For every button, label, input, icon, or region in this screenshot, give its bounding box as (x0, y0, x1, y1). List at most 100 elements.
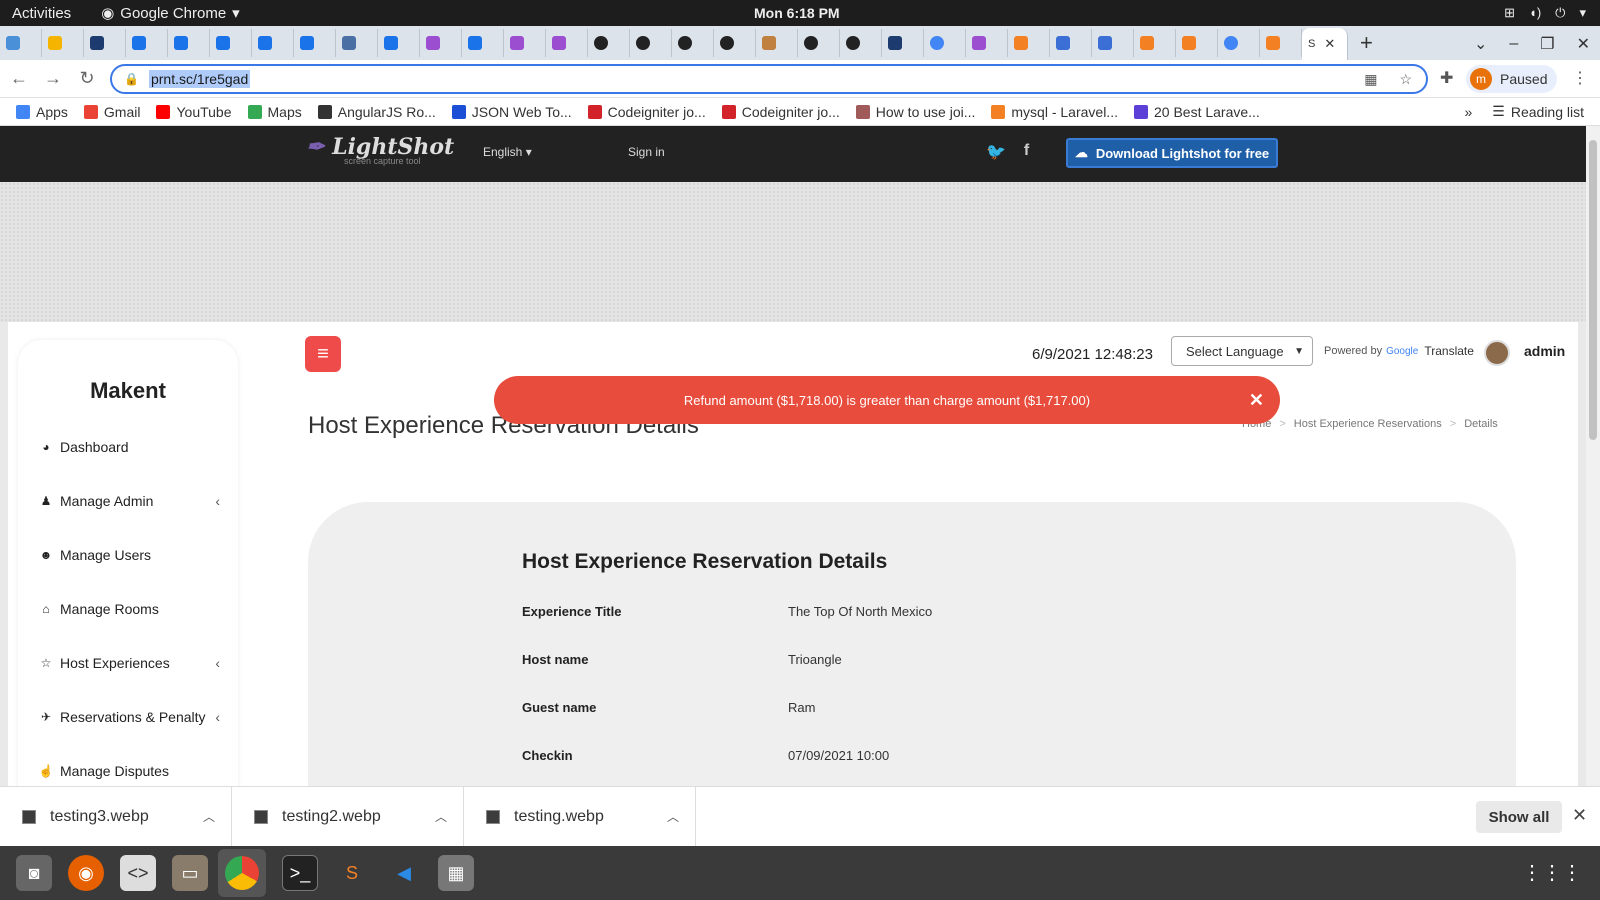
language-select[interactable]: Select Language ▼ (1171, 336, 1313, 366)
files-icon[interactable]: ▭ (172, 855, 208, 891)
close-icon[interactable]: ✕ (1249, 390, 1264, 411)
qr-code-icon[interactable]: ▦ (1364, 71, 1377, 88)
calculator-icon[interactable]: ▦ (438, 855, 474, 891)
browser-tab[interactable] (1008, 29, 1050, 57)
facebook-icon[interactable]: f (1024, 142, 1029, 162)
browser-tab[interactable] (588, 29, 630, 57)
bookmark-item[interactable]: Maps (247, 104, 302, 120)
browser-tab[interactable] (42, 29, 84, 57)
address-bar[interactable]: 🔒 prnt.sc/1re5gad ▦ ☆ (110, 64, 1428, 94)
url-text[interactable]: prnt.sc/1re5gad (148, 70, 251, 88)
reading-list-button[interactable]: ☰ Reading list (1492, 103, 1584, 120)
brand-title[interactable]: Makent (18, 378, 238, 404)
restore-icon[interactable]: ❐ (1540, 34, 1554, 54)
bookmark-item[interactable]: JSON Web To... (451, 104, 572, 120)
bookmark-item[interactable]: How to use joi... (855, 104, 975, 120)
close-window-icon[interactable]: ✕ (1577, 34, 1590, 54)
sidebar-item-manage-disputes[interactable]: ☝ Manage Disputes (38, 760, 228, 782)
browser-tab[interactable] (294, 29, 336, 57)
browser-tab[interactable] (462, 29, 504, 57)
show-all-button[interactable]: Show all (1476, 801, 1562, 833)
browser-tab[interactable] (1218, 29, 1260, 57)
new-tab-button[interactable]: + (1360, 30, 1373, 56)
browser-tab[interactable] (546, 29, 588, 57)
browser-tab[interactable] (168, 29, 210, 57)
app-menu[interactable]: ◉ Google Chrome ▾ (101, 4, 240, 23)
browser-tab[interactable] (630, 29, 672, 57)
camera-app-icon[interactable]: ◙ (16, 855, 52, 891)
sidebar-item-manage-admin[interactable]: ♟ Manage Admin ‹ (38, 490, 228, 512)
system-clock[interactable]: Mon 6:18 PM (754, 5, 840, 21)
browser-tab[interactable] (378, 29, 420, 57)
bookmark-item[interactable]: Gmail (83, 104, 140, 120)
activities-button[interactable]: Activities (12, 5, 71, 22)
scrollbar-thumb[interactable] (1589, 140, 1597, 440)
browser-tab[interactable] (336, 29, 378, 57)
browser-tab[interactable] (1260, 29, 1302, 57)
translate-link[interactable]: Translate (1424, 344, 1474, 358)
avatar[interactable] (1484, 340, 1510, 366)
terminal-icon[interactable]: >_ (282, 855, 318, 891)
active-browser-tab[interactable]: S ✕ (1302, 28, 1348, 60)
browser-tab[interactable] (504, 29, 546, 57)
browser-tab[interactable] (1134, 29, 1176, 57)
firefox-icon[interactable]: ◉ (68, 855, 104, 891)
browser-tab[interactable] (1092, 29, 1134, 57)
page-scrollbar[interactable] (1586, 126, 1600, 786)
vscode-icon[interactable]: ◀ (386, 855, 422, 891)
profile-button[interactable]: m Paused (1466, 65, 1558, 93)
browser-tab[interactable] (1176, 29, 1218, 57)
bookmark-item[interactable]: Apps (16, 104, 68, 120)
bookmark-item[interactable]: 20 Best Larave... (1133, 104, 1260, 120)
browser-tab[interactable] (882, 29, 924, 57)
close-icon[interactable]: ✕ (1572, 805, 1587, 826)
admin-username[interactable]: admin (1524, 343, 1565, 359)
chrome-icon[interactable] (218, 849, 266, 897)
browser-tab[interactable] (966, 29, 1008, 57)
browser-tab[interactable] (714, 29, 756, 57)
extensions-icon[interactable]: ✚ (1440, 68, 1453, 88)
minimize-icon[interactable]: – (1509, 35, 1518, 53)
chevron-up-icon[interactable]: ︿ (435, 808, 447, 825)
lightshot-logo[interactable]: ✒ LightShot screen capture tool (306, 134, 454, 166)
show-apps-icon[interactable]: ⋮⋮⋮ (1522, 860, 1582, 885)
chevron-up-icon[interactable]: ︿ (203, 808, 215, 825)
sidebar-item-manage-rooms[interactable]: ⌂ Manage Rooms (38, 598, 228, 620)
lock-icon[interactable]: 🔒 (124, 72, 139, 86)
browser-tab[interactable] (798, 29, 840, 57)
browser-tab[interactable] (252, 29, 294, 57)
sidebar-item-reservations-penalty[interactable]: ✈ Reservations & Penalty ‹ (38, 706, 228, 728)
browser-tab[interactable] (756, 29, 798, 57)
forward-button[interactable]: → (38, 68, 68, 89)
bookmark-item[interactable]: YouTube (156, 104, 232, 120)
browser-tab[interactable] (0, 29, 42, 57)
download-item[interactable]: testing2.webp ︿ (232, 786, 464, 847)
browser-tab[interactable] (840, 29, 882, 57)
browser-tab[interactable] (84, 29, 126, 57)
download-item[interactable]: testing.webp ︿ (464, 786, 696, 847)
sidebar-item-host-experiences[interactable]: ☆ Host Experiences ‹ (38, 652, 228, 674)
sidebar-item-dashboard[interactable]: ◕ Dashboard (38, 436, 228, 458)
reload-button[interactable]: ↻ (72, 68, 102, 89)
browser-tab[interactable] (672, 29, 714, 57)
browser-tab[interactable] (126, 29, 168, 57)
close-icon[interactable]: ✕ (1324, 36, 1335, 52)
back-button[interactable]: ← (4, 68, 34, 89)
download-item[interactable]: testing3.webp ︿ (0, 786, 232, 847)
breadcrumb-reservations[interactable]: Host Experience Reservations (1294, 418, 1442, 430)
twitter-icon[interactable]: 🐦 (986, 142, 1006, 162)
browser-tab[interactable] (1050, 29, 1092, 57)
sublime-text-icon[interactable]: S (334, 855, 370, 891)
bookmark-star-icon[interactable]: ☆ (1399, 71, 1412, 88)
chevron-up-icon[interactable]: ︿ (667, 808, 679, 825)
bookmark-item[interactable]: AngularJS Ro... (317, 104, 436, 120)
tab-search-icon[interactable]: ⌄ (1474, 34, 1487, 54)
menu-kebab-icon[interactable]: ⋮ (1572, 68, 1588, 88)
more-bookmarks-icon[interactable]: » (1464, 104, 1472, 120)
bookmark-item[interactable]: Codeigniter jo... (721, 104, 840, 120)
download-lightshot-button[interactable]: ☁ Download Lightshot for free (1066, 138, 1278, 168)
bookmark-item[interactable]: mysql - Laravel... (991, 104, 1118, 120)
bookmark-item[interactable]: Codeigniter jo... (587, 104, 706, 120)
menu-toggle-button[interactable]: ≡ (305, 336, 341, 372)
sign-in-link[interactable]: Sign in (628, 145, 665, 159)
